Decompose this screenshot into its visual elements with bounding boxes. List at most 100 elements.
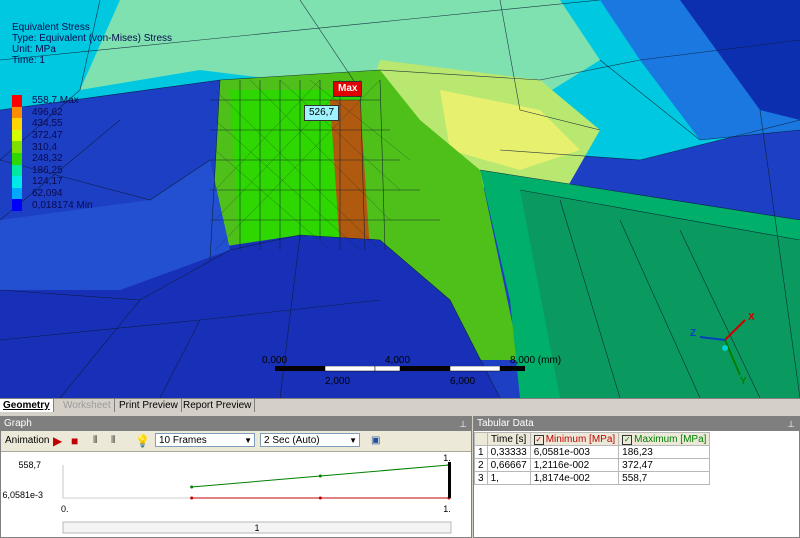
time-history-chart[interactable]: 558,7 6,0581e-3 0. 1. 1. 1	[1, 452, 471, 538]
header-maximum[interactable]: ✓ Maximum [MPa]	[618, 432, 711, 446]
3d-viewport[interactable]: Equivalent Stress Type: Equivalent (von-…	[0, 0, 800, 398]
data-point	[318, 474, 322, 478]
triad-z-label: Z	[690, 328, 697, 339]
lightbulb-icon[interactable]: 💡	[135, 434, 150, 448]
cell-time[interactable]: 1,	[486, 471, 531, 485]
result-header: Equivalent Stress Type: Equivalent (von-…	[12, 22, 172, 66]
table-row[interactable]: 2 0,66667 1,2116e-002 372,47	[474, 458, 711, 472]
tab-worksheet[interactable]: Worksheet	[60, 399, 115, 412]
graph-panel-title: Graph ⊥	[1, 417, 471, 431]
contour-legend[interactable]: 558,7 Max 496,62 434,55 372,47 310,4 248,32 18…	[12, 95, 93, 211]
result-unit: Unit: MPa	[12, 44, 56, 55]
cell-time[interactable]: 0,66667	[486, 458, 531, 472]
animation-toolbar: Animation ▶ ■ ⦀ ⦀ 💡 10 Frames ▼ 2 Sec (A…	[1, 431, 471, 452]
legend-row: 310,4	[12, 141, 93, 153]
legend-row: 496,62	[12, 106, 93, 119]
header-minimum-label: Minimum [MPa]	[545, 433, 616, 445]
legend-swatch	[12, 106, 22, 119]
x-end-top-tick: 1.	[443, 453, 451, 463]
x-start-tick: 0.	[61, 504, 69, 514]
view-tabs: Geometry Worksheet Print Preview Report …	[0, 398, 800, 413]
header-minimum[interactable]: ✓ Minimum [MPa]	[529, 432, 620, 446]
row-index: 2	[474, 458, 488, 472]
cell-minimum[interactable]: 1,2116e-002	[529, 458, 620, 472]
cell-minimum[interactable]: 1,8174e-002	[529, 471, 620, 485]
legend-label: 434,55	[32, 118, 63, 130]
export-video-icon[interactable]: ▣	[371, 434, 380, 448]
table-row[interactable]: 1 0,33333 6,0581e-003 186,23	[474, 445, 711, 459]
tabular-title: Tabular Data	[477, 418, 534, 429]
speed-select-value: 2 Sec (Auto)	[264, 435, 320, 446]
chevron-down-icon: ▼	[349, 436, 357, 445]
header-time[interactable]: Time [s]	[486, 432, 531, 446]
tab-report-preview[interactable]: Report Preview	[180, 399, 256, 412]
legend-label: 186,25	[32, 164, 63, 176]
legend-swatch	[12, 152, 22, 165]
y-min-tick: 6,0581e-3	[2, 490, 43, 500]
legend-row: 124,17	[12, 176, 93, 188]
play-icon[interactable]: ▶	[53, 434, 62, 448]
scale-label-0: 0,000	[262, 355, 288, 366]
scale-label-2: 2,000	[325, 376, 351, 387]
legend-row: 186,25	[12, 164, 93, 177]
legend-swatch	[12, 141, 22, 153]
time-cursor[interactable]	[448, 462, 451, 498]
data-point	[190, 485, 194, 489]
cell-maximum[interactable]: 186,23	[618, 445, 711, 459]
tabular-data-table: Time [s] ✓ Minimum [MPa] ✓ Maximum [MPa] 1…	[474, 432, 711, 485]
scale-label-4: 4,000	[385, 355, 411, 366]
slider-label: 1	[254, 523, 259, 533]
legend-swatch	[12, 199, 22, 211]
legend-swatch	[12, 118, 22, 130]
pin-icon[interactable]: ⊥	[787, 417, 795, 431]
cell-minimum[interactable]: 6,0581e-003	[529, 445, 620, 459]
distributed-frames-icon[interactable]: ⦀	[93, 434, 97, 448]
frames-select[interactable]: 10 Frames ▼	[155, 433, 255, 447]
legend-label: 124,17	[32, 176, 63, 188]
table-row[interactable]: 3 1, 1,8174e-002 558,7	[474, 471, 711, 485]
legend-row: 434,55	[12, 118, 93, 130]
x-end-tick: 1.	[443, 504, 451, 514]
legend-label: 558,7 Max	[32, 95, 79, 107]
value-probe-label[interactable]: 526,7	[304, 105, 340, 121]
legend-label: 496,62	[32, 106, 63, 118]
result-frames-icon[interactable]: ⦀	[111, 434, 115, 448]
legend-swatch	[12, 129, 22, 142]
legend-label: 310,4	[32, 141, 58, 153]
triad-x-label: X	[748, 312, 755, 323]
animation-label: Animation	[5, 435, 50, 446]
legend-swatch	[12, 164, 22, 177]
stop-icon[interactable]: ■	[71, 434, 78, 448]
frames-select-value: 10 Frames	[159, 435, 207, 446]
header-index	[474, 432, 488, 446]
speed-select[interactable]: 2 Sec (Auto) ▼	[260, 433, 360, 447]
data-point	[318, 496, 322, 500]
checkbox-maximum[interactable]: ✓	[622, 434, 633, 445]
y-max-tick: 558,7	[18, 460, 41, 470]
tabular-panel-title: Tabular Data ⊥	[474, 417, 799, 431]
tab-geometry[interactable]: Geometry	[0, 399, 54, 412]
tab-print-preview[interactable]: Print Preview	[116, 399, 182, 412]
legend-row: 0,018174 Min	[12, 199, 93, 211]
max-probe-label[interactable]: Max	[333, 81, 363, 97]
cell-maximum[interactable]: 558,7	[618, 471, 711, 485]
legend-row: 248,32	[12, 152, 93, 165]
legend-row: 558,7 Max	[12, 95, 93, 107]
header-maximum-label: Maximum [MPa]	[634, 433, 707, 445]
graph-title: Graph	[4, 418, 32, 429]
legend-swatch	[12, 95, 22, 107]
result-title: Equivalent Stress	[12, 22, 90, 33]
cell-time[interactable]: 0,33333	[486, 445, 531, 459]
data-point	[190, 496, 194, 500]
legend-swatch	[12, 176, 22, 188]
legend-swatch	[12, 187, 22, 200]
triad-y-label: Y	[740, 376, 747, 387]
cell-maximum[interactable]: 372,47	[618, 458, 711, 472]
legend-row: 372,47	[12, 129, 93, 142]
scale-label-6: 6,000	[450, 376, 476, 387]
pin-icon[interactable]: ⊥	[459, 417, 467, 431]
legend-label: 62,094	[32, 188, 63, 200]
graph-panel: Graph ⊥ Animation ▶ ■ ⦀ ⦀ 💡 10 Frames ▼ …	[0, 416, 472, 538]
checkbox-minimum[interactable]: ✓	[533, 434, 544, 445]
legend-label: 0,018174 Min	[32, 199, 93, 211]
